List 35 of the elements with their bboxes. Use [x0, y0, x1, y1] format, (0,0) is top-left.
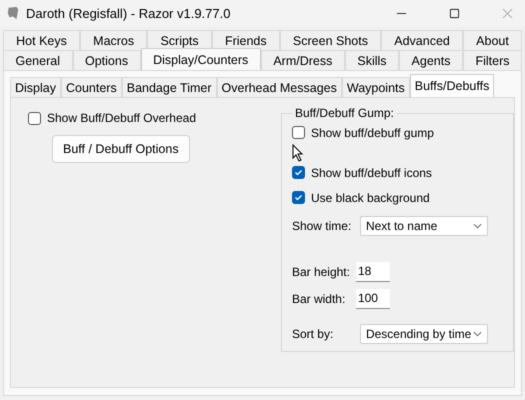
input-field[interactable]: 100	[356, 288, 390, 308]
tab[interactable]: General	[3, 50, 72, 70]
tab[interactable]: Counters	[61, 77, 122, 97]
tab[interactable]: Options	[72, 50, 141, 70]
field-label: Bar height:	[292, 264, 350, 278]
checkbox-label: Show Buff/Debuff Overhead	[47, 111, 196, 125]
tab[interactable]: Buffs/Debuffs	[410, 74, 494, 97]
window-title: Daroth (Regisfall) - Razor v1.9.77.0	[26, 6, 230, 20]
tab[interactable]: About	[463, 30, 522, 50]
tab[interactable]: Filters	[462, 50, 522, 70]
checkbox-label: Show buff/debuff icons	[310, 166, 432, 180]
dropdown[interactable]: Next to name	[360, 216, 488, 236]
tab[interactable]: Screen Shots	[280, 30, 382, 50]
checkbox-label: Use black background	[310, 190, 430, 204]
group-title: Buff/Debuff Gump:	[294, 106, 395, 120]
input-field[interactable]: 18	[356, 262, 390, 282]
tab[interactable]: Arm/Dress	[260, 50, 345, 70]
tab[interactable]: Hot Keys	[3, 30, 80, 50]
dropdown[interactable]: Descending by time	[360, 324, 488, 344]
tab[interactable]: Display	[10, 77, 61, 97]
tab[interactable]: Advanced	[381, 30, 464, 50]
field-label: Bar width:	[292, 292, 346, 306]
tab[interactable]: Overhead Messages	[216, 77, 342, 97]
tab[interactable]: Macros	[80, 30, 148, 50]
tab[interactable]: Display/Counters	[140, 48, 261, 70]
tab[interactable]: Friends	[212, 30, 280, 50]
tab[interactable]: Agents	[399, 50, 463, 70]
tab[interactable]: Skills	[344, 50, 400, 70]
field-label: Sort by:	[292, 327, 334, 341]
tab[interactable]: Scripts	[147, 30, 212, 50]
tab[interactable]: Bandage Timer	[122, 77, 217, 97]
options-button[interactable]: Buff / Debuff Options	[52, 135, 190, 163]
checkbox-label: Show buff/debuff gump	[310, 126, 434, 140]
field-label: Show time:	[292, 219, 352, 233]
tab[interactable]: Waypoints	[342, 77, 410, 97]
